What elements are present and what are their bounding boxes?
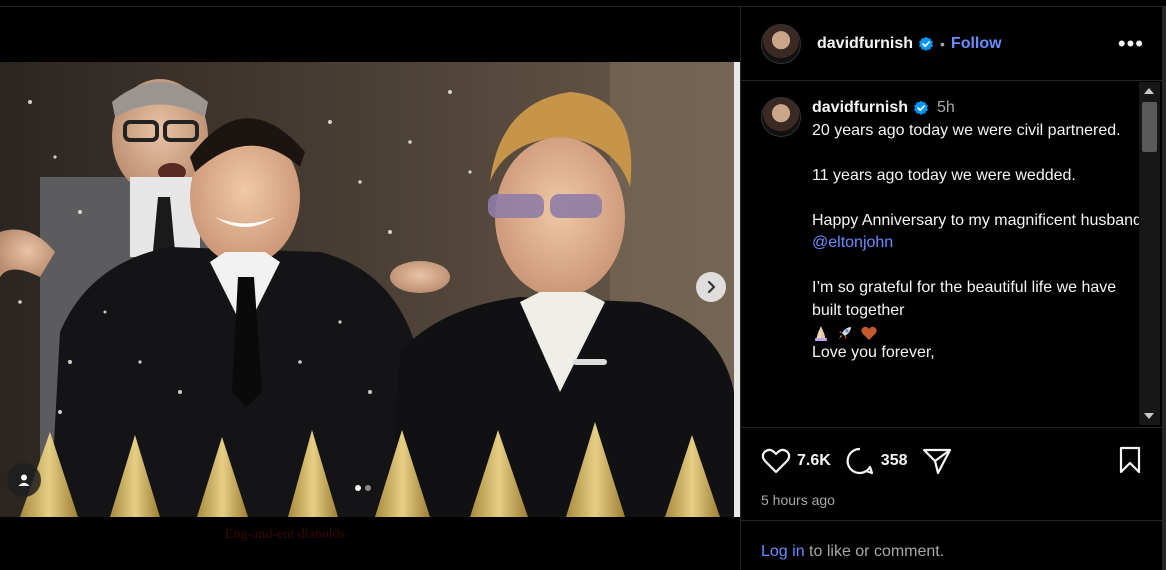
more-options-icon[interactable]: ••• — [1118, 32, 1144, 54]
next-slide-button[interactable] — [696, 272, 726, 302]
caption-text: I’m so grateful for the beautiful life w… — [812, 279, 1117, 319]
right-border — [1162, 7, 1166, 570]
caption-body: davidfurnish 5h 20 years ago today we we… — [812, 97, 1142, 365]
action-bar: 7.6K 358 — [761, 446, 966, 476]
carousel-dot-active — [355, 485, 361, 491]
verified-badge-icon — [918, 36, 934, 52]
heart-icon — [861, 326, 877, 340]
post-timestamp[interactable]: 5 hours ago — [761, 492, 835, 508]
caption-line: 11 years ago today we were wedded. — [812, 166, 1076, 184]
comment-button[interactable]: 358 — [845, 446, 908, 476]
media-overlay-caption: Eng-and-ent dianolds — [225, 527, 346, 542]
bookmark-icon — [1119, 446, 1141, 474]
login-prompt-text: Log in to like or comment. — [761, 543, 944, 561]
save-button[interactable] — [1118, 446, 1142, 479]
caption-header: davidfurnish 5h — [812, 97, 1142, 120]
mention-link[interactable]: @eltonjohn — [812, 234, 893, 251]
heart-outline-icon — [761, 448, 791, 474]
photo-illustration — [0, 62, 734, 517]
login-prompt: Log in to like or comment. — [741, 520, 1162, 570]
caption-line: 20 years ago today we were civil partner… — [812, 121, 1121, 139]
follow-button[interactable]: Follow — [951, 35, 1002, 53]
comments-count[interactable]: 358 — [881, 452, 908, 470]
praying-hands-icon — [815, 326, 827, 341]
verified-badge-icon — [913, 100, 929, 116]
caption-scrollbar[interactable] — [1139, 82, 1160, 425]
post-photo[interactable] — [0, 62, 734, 517]
caption-line: Happy Anniversary to my magnificent husb… — [812, 210, 1142, 255]
login-link[interactable]: Log in — [761, 543, 805, 560]
carousel-dot — [365, 485, 371, 491]
caption-section: davidfurnish 5h 20 years ago today we we… — [741, 82, 1162, 427]
post-side-panel: davidfurnish • Follow ••• davidfurnish 5 — [740, 7, 1162, 570]
caption-text: Happy Anniversary to my magnificent husb… — [812, 211, 1142, 229]
caption-line: Love you forever, — [812, 344, 935, 361]
comment-icon — [846, 447, 873, 475]
caption-author-avatar[interactable] — [761, 97, 801, 137]
rocket-icon — [839, 327, 851, 339]
share-button[interactable] — [922, 447, 952, 475]
share-icon — [922, 448, 951, 475]
post-header: davidfurnish • Follow ••• — [741, 7, 1162, 81]
scroll-up-icon[interactable] — [1144, 88, 1154, 94]
media-pane: Eng-and-ent dianolds — [0, 7, 740, 570]
carousel-dots — [355, 485, 371, 491]
emoji-row — [812, 324, 1142, 342]
chevron-right-icon — [707, 280, 716, 294]
caption-time-ago[interactable]: 5h — [937, 97, 955, 120]
header-separator: • — [940, 35, 945, 52]
caption-username[interactable]: davidfurnish — [812, 97, 908, 120]
author-avatar[interactable] — [761, 23, 801, 64]
scroll-down-icon[interactable] — [1144, 413, 1154, 419]
likes-count[interactable]: 7.6K — [797, 452, 831, 470]
scrollbar-thumb[interactable] — [1142, 102, 1157, 152]
like-button[interactable]: 7.6K — [761, 447, 831, 475]
actions-area: 7.6K 358 5 hours ago — [741, 427, 1162, 519]
caption-line: I’m so grateful for the beautiful life w… — [812, 277, 1142, 322]
author-username[interactable]: davidfurnish — [817, 35, 913, 53]
tagged-users-button[interactable] — [7, 463, 41, 497]
login-suffix: to like or comment. — [804, 543, 945, 560]
user-tag-icon — [18, 474, 30, 486]
